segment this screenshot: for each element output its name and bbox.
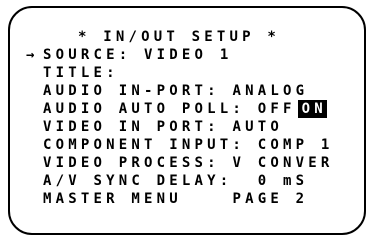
master-menu-page[interactable]: PAGE 2 [232,191,308,207]
menu-item-av-sync-delay[interactable]: A/V SYNC DELAY: 0 mS [0,172,304,190]
component-input-value[interactable]: COMP 1 [258,137,334,153]
audio-in-port-label: AUDIO IN-PORT: [43,83,220,99]
audio-in-port-value[interactable]: ANALOG [232,83,308,99]
audio-auto-poll-on-option-selected[interactable]: ON [297,100,327,118]
menu-item-video-in-port[interactable]: VIDEO IN PORT: AUTO [0,118,279,136]
master-menu-label: MASTER MENU [43,191,182,207]
menu-item-source[interactable]: → SOURCE: VIDEO 1 [0,46,228,64]
audio-auto-poll-off-option[interactable]: OFF [258,101,296,117]
source-value[interactable]: VIDEO 1 [144,47,232,63]
video-in-port-label: VIDEO IN PORT: [43,119,220,135]
menu-title-row: * IN/OUT SETUP * [0,28,276,46]
menu-item-title[interactable]: TITLE: [0,64,115,82]
av-sync-delay-label: A/V SYNC DELAY: [43,173,233,189]
menu-item-audio-auto-poll[interactable]: AUDIO AUTO POLL: OFF ON [0,100,327,118]
title-label: TITLE: [43,65,119,81]
component-input-label: COMPONENT INPUT: [43,137,246,153]
audio-auto-poll-label: AUDIO AUTO POLL: [43,101,246,117]
selection-arrow-icon: → [26,47,35,63]
menu-item-audio-in-port[interactable]: AUDIO IN-PORT: ANALOG [0,82,304,100]
menu-title: * IN/OUT SETUP * [78,29,281,45]
av-sync-delay-value[interactable]: 0 mS [258,173,309,189]
menu-item-component-input[interactable]: COMPONENT INPUT: COMP 1 [0,136,329,154]
video-process-value[interactable]: V CONVER [232,155,333,171]
source-label: SOURCE: [43,47,132,63]
menu-item-video-process[interactable]: VIDEO PROCESS: V CONVER [0,154,329,172]
video-in-port-value[interactable]: AUTO [232,119,283,135]
menu-item-master-menu[interactable]: MASTER MENU PAGE 2 [0,190,304,208]
video-process-label: VIDEO PROCESS: [43,155,220,171]
